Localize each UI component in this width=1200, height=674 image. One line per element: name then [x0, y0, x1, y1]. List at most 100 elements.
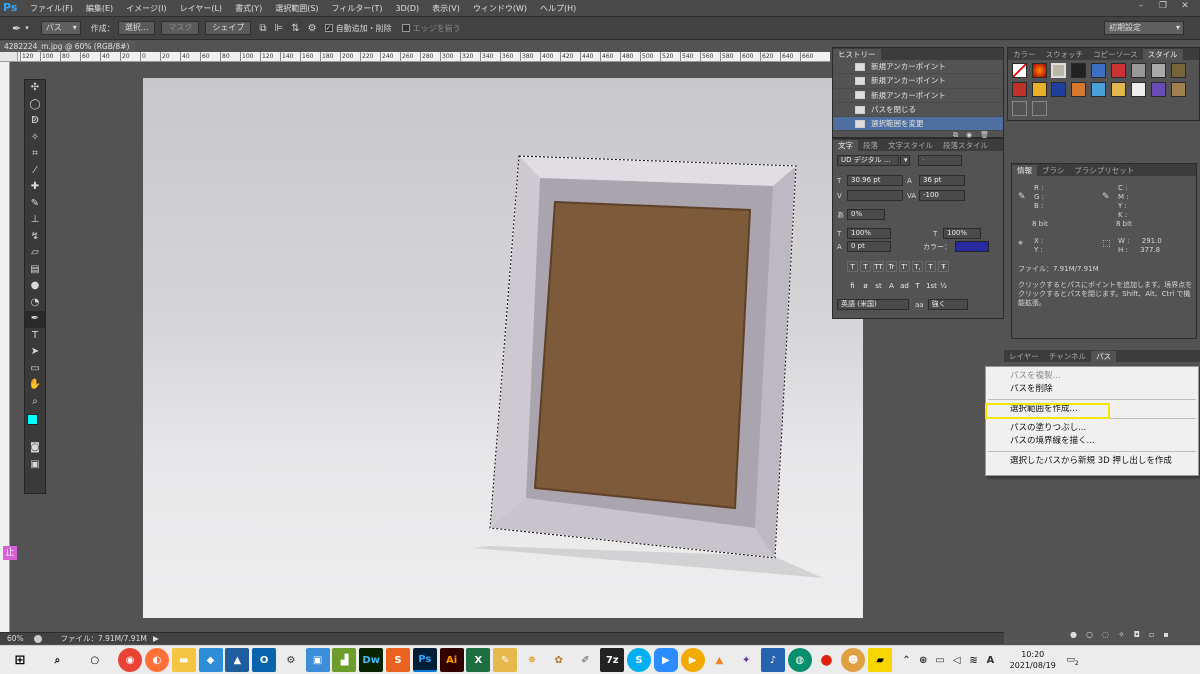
add-mask-icon[interactable]: ◘	[1134, 630, 1140, 642]
record-icon[interactable]: ●	[814, 648, 838, 672]
fractions-button[interactable]: ½	[938, 280, 949, 291]
document-tab[interactable]: 4282224_m.jpg @ 60% (RGB/8#) * ×	[0, 41, 135, 62]
new-path-icon[interactable]: ▫	[1149, 630, 1154, 642]
stylistic-button[interactable]: st	[873, 280, 884, 291]
make-shape-button[interactable]: シェイプ	[205, 21, 252, 35]
menu-file[interactable]: ファイル(F)	[30, 3, 73, 14]
tab-info[interactable]: 情報	[1012, 165, 1037, 176]
tab-brush-presets[interactable]: ブラシプリセット	[1069, 165, 1139, 176]
tab-character[interactable]: 文字	[833, 140, 858, 151]
menu-item-fill-path[interactable]: パスの塗りつぶし...	[986, 422, 1198, 435]
style-swatch[interactable]	[1032, 82, 1047, 97]
tab-styles[interactable]: スタイル	[1142, 49, 1183, 60]
history-item[interactable]: パスを閉じる	[833, 103, 1003, 118]
style-swatch[interactable]	[1091, 82, 1106, 97]
menu-select[interactable]: 選択範囲(S)	[275, 3, 318, 14]
task-view-icon[interactable]: ○	[83, 648, 107, 672]
ime-icon[interactable]: ⊕	[916, 648, 930, 672]
style-swatch[interactable]	[1111, 63, 1126, 78]
move-tool-icon[interactable]: ✣	[25, 80, 45, 97]
style-swatch[interactable]	[1051, 82, 1066, 97]
chevron-down-icon[interactable]: ▾	[25, 24, 29, 32]
rectangle-tool-icon[interactable]: ▭	[25, 361, 45, 378]
windows-start-icon[interactable]: ⊞	[8, 648, 32, 672]
faux-italic-button[interactable]: T	[860, 261, 871, 272]
menu-item-new-3d-extrusion[interactable]: 選択したパスから新規 3D 押し出しを作成	[986, 455, 1198, 468]
style-swatch[interactable]	[1171, 82, 1186, 97]
titling-button[interactable]: ad	[899, 280, 910, 291]
app-icon[interactable]: ✎	[493, 648, 518, 672]
kerning-field[interactable]	[847, 190, 903, 201]
menu-filter[interactable]: フィルター(T)	[332, 3, 383, 14]
tab-clone-source[interactable]: コピーソース	[1088, 49, 1143, 60]
menu-item-duplicate-path[interactable]: パスを複製...	[986, 370, 1198, 383]
horizontal-scale-field[interactable]: 100%	[943, 228, 981, 239]
photos-icon[interactable]: ▲	[225, 648, 250, 672]
hand-tool-icon[interactable]: ✋	[25, 377, 45, 394]
sticky-notes-icon[interactable]: ▰	[868, 648, 893, 672]
style-swatch[interactable]	[1012, 82, 1027, 97]
path-alignment-icon[interactable]: ⊫	[275, 23, 284, 34]
skype-icon[interactable]: S	[627, 648, 652, 672]
menu-image[interactable]: イメージ(I)	[126, 3, 166, 14]
small-caps-button[interactable]: Tr	[886, 261, 897, 272]
tab-character-style[interactable]: 文字スタイル	[883, 140, 938, 151]
app-icon[interactable]: ◆	[198, 648, 223, 672]
menu-item-delete-path[interactable]: パスを削除	[986, 383, 1198, 396]
clone-stamp-tool-icon[interactable]: ⊥	[25, 212, 45, 229]
menu-item-stroke-path[interactable]: パスの境界線を描く...	[986, 435, 1198, 448]
style-swatch[interactable]	[1071, 82, 1086, 97]
align-edges-checkbox[interactable]: エッジを揃う	[401, 23, 461, 34]
butterfly-icon[interactable]: ✵	[520, 648, 544, 672]
dodge-tool-icon[interactable]: ◔	[25, 295, 45, 312]
outlook-icon[interactable]: O	[252, 648, 277, 672]
zoom-icon[interactable]: ▶	[653, 648, 678, 672]
tab-paragraph[interactable]: 段落	[858, 140, 883, 151]
tab-color[interactable]: カラー	[1008, 49, 1041, 60]
style-swatch[interactable]	[1032, 63, 1047, 78]
file-explorer-icon[interactable]: ▬	[171, 648, 196, 672]
fill-path-icon[interactable]: ●	[1070, 630, 1077, 642]
style-swatch[interactable]	[1071, 63, 1086, 78]
subscript-button[interactable]: T,	[912, 261, 923, 272]
path-operations-icon[interactable]: ⧉	[259, 23, 266, 34]
tab-layers[interactable]: レイヤー	[1004, 351, 1044, 362]
quick-mask-icon[interactable]: ◙	[25, 440, 45, 457]
blur-tool-icon[interactable]: ●	[25, 278, 45, 295]
swash-button[interactable]: A	[886, 280, 897, 291]
app-icon[interactable]: ▟	[332, 648, 357, 672]
language-select[interactable]: 英語 (米国)	[837, 299, 909, 310]
font-family-select[interactable]: UD デジタル ...	[837, 155, 899, 166]
volume-icon[interactable]: ◁	[950, 648, 964, 672]
wifi-icon[interactable]: ≋	[967, 648, 981, 672]
path-selection-tool-icon[interactable]: ➤	[25, 344, 45, 361]
ordinals-button[interactable]: T	[912, 280, 923, 291]
stroke-path-icon[interactable]: ○	[1086, 630, 1093, 642]
ligature-button[interactable]: fi	[847, 280, 858, 291]
strikethrough-button[interactable]: Ŧ	[938, 261, 949, 272]
menu-help[interactable]: ヘルプ(H)	[540, 3, 576, 14]
menu-window[interactable]: ウィンドウ(W)	[473, 3, 527, 14]
close-icon[interactable]: ✕	[1174, 0, 1196, 12]
app-icon[interactable]: ▶	[680, 648, 705, 672]
minimize-icon[interactable]: –	[1130, 0, 1152, 12]
tool-mode-select[interactable]: パス ▾	[40, 21, 81, 35]
style-swatch-empty[interactable]	[1032, 101, 1047, 116]
photoshop-taskbar-icon[interactable]: Ps	[412, 648, 437, 672]
search-icon[interactable]: ⌕	[45, 648, 69, 672]
zoom-level[interactable]: 60%	[7, 634, 24, 643]
chevron-down-icon[interactable]: ▾	[900, 155, 910, 166]
dreamweaver-icon[interactable]: Dw	[359, 648, 384, 672]
tracking-field[interactable]: -100	[919, 190, 965, 201]
tsume-field[interactable]: 0%	[847, 209, 885, 220]
excel-icon[interactable]: X	[466, 648, 491, 672]
style-swatch[interactable]	[1151, 63, 1166, 78]
superscript-button[interactable]: T'	[899, 261, 910, 272]
pen-tool-icon[interactable]: ✒	[12, 22, 21, 35]
make-mask-button[interactable]: マスク	[161, 21, 200, 35]
font-style-select[interactable]: -	[918, 155, 962, 166]
app-icon[interactable]: ▣	[305, 648, 330, 672]
history-item[interactable]: 新規アンカーポイント	[833, 60, 1003, 75]
vlc-icon[interactable]: ▲	[707, 648, 731, 672]
firefox-icon[interactable]: ◐	[144, 648, 169, 672]
